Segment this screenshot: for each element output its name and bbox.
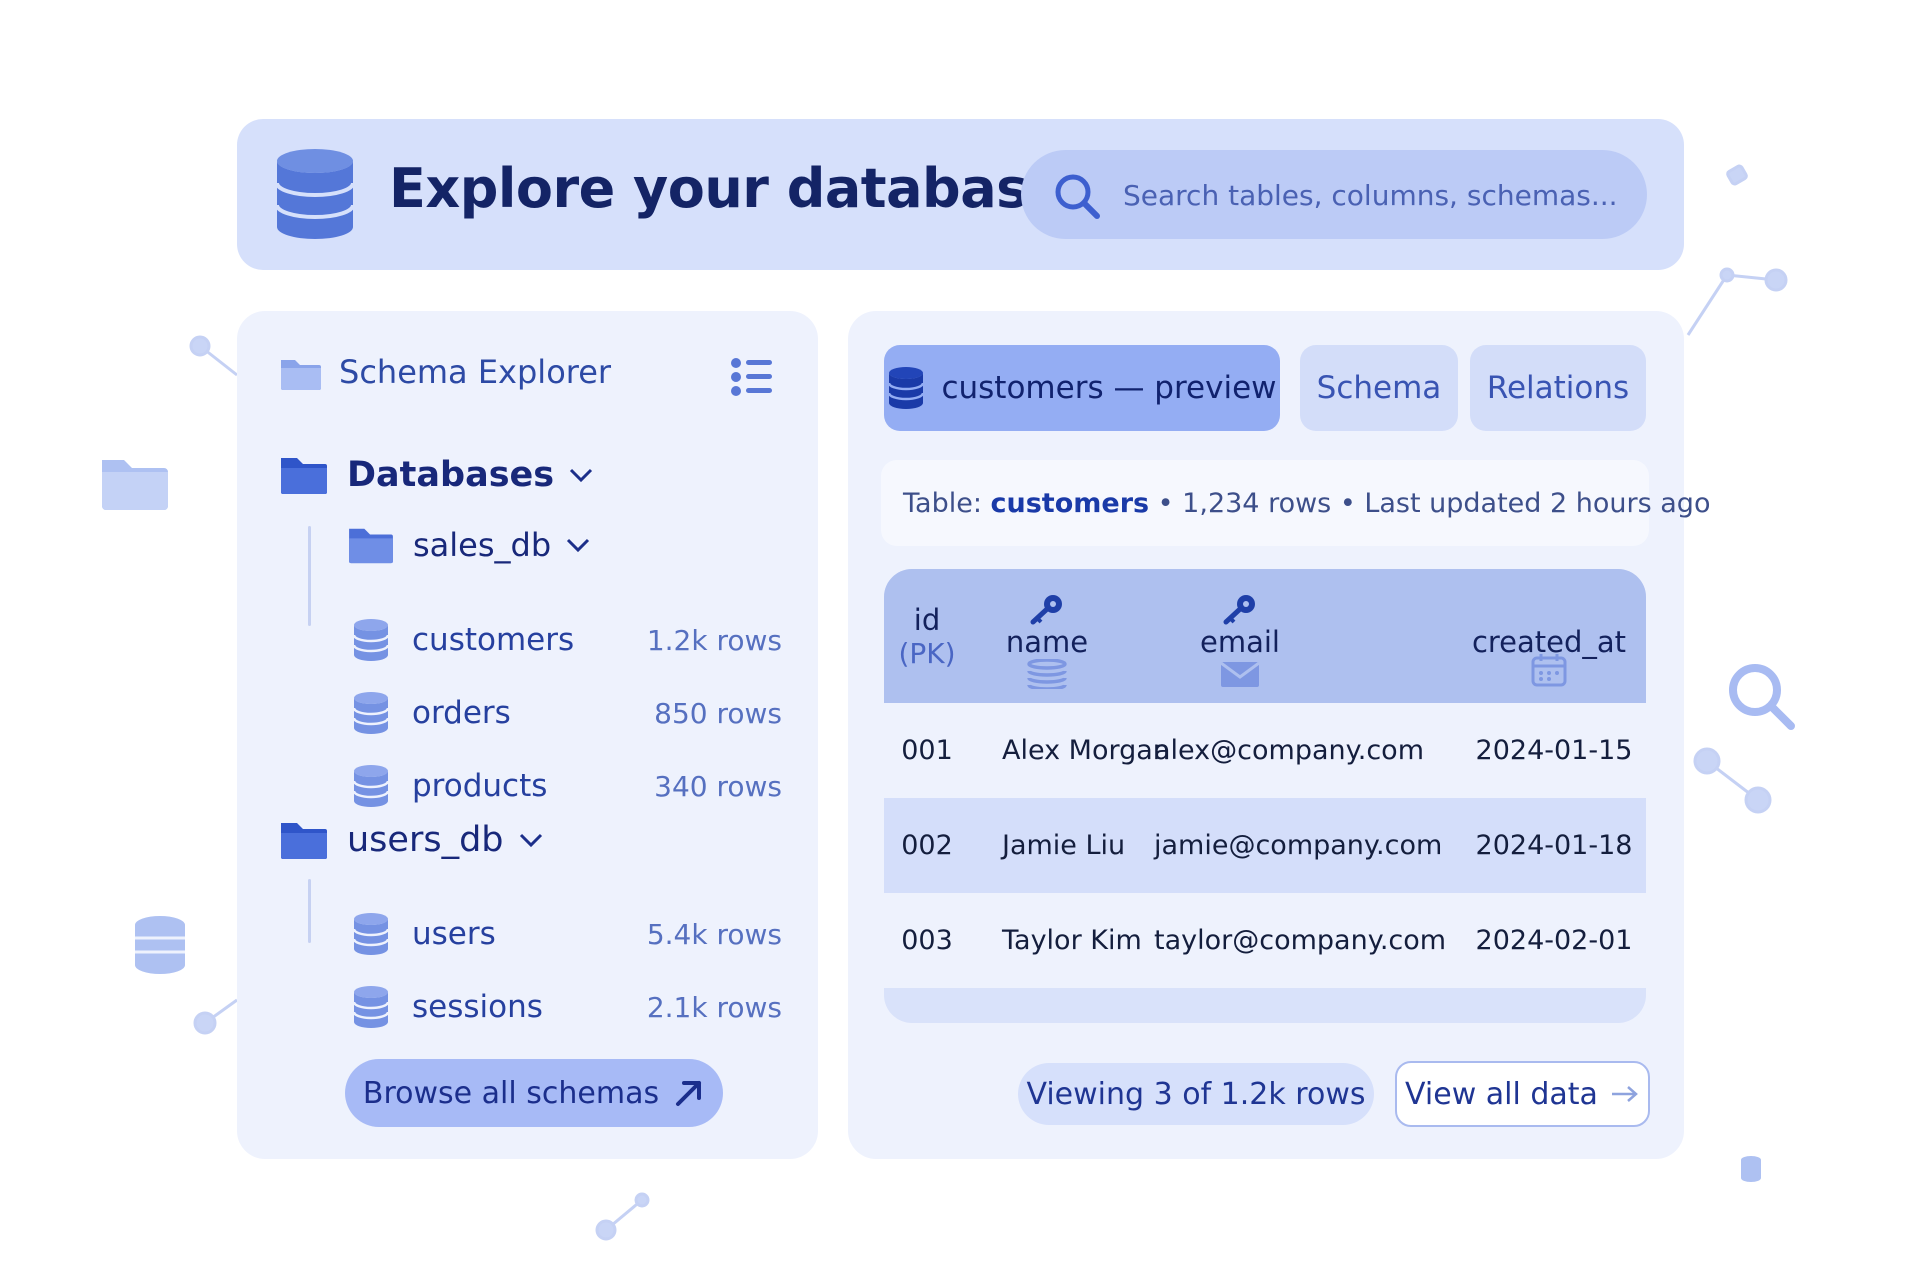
table-row[interactable]: 003 Taylor Kim taylor@company.com 2024-0… [884,893,1646,988]
column-label: email [1200,625,1280,659]
table-row[interactable]: 001 Alex Morgan alex@company.com 2024-01… [884,703,1646,798]
info-details: • 1,234 rows • Last updated 2 hours ago [1149,487,1711,519]
cell-id: 001 [901,735,953,766]
table-name: orders [412,695,511,731]
cell-created-at: 2024-02-01 [1475,925,1633,956]
tree-connector [308,879,311,943]
search-box[interactable] [1021,150,1647,239]
tree-label: Databases [347,455,555,495]
column-header-id[interactable]: id (PK) [884,603,970,670]
database-logo-icon [275,149,355,239]
table-icon [352,765,390,807]
tree-table-orders[interactable]: orders 850 rows [352,685,782,741]
page-title: Explore your databases [389,157,1096,220]
table-preview-panel: customers — preview Schema Relations Tab… [848,311,1710,1159]
view-all-data-button[interactable]: View all data [1395,1061,1650,1127]
column-header-name[interactable]: name [982,593,1112,689]
row-count: 340 rows [654,769,782,803]
table-icon [352,692,390,734]
cell-name: Taylor Kim [1002,925,1142,956]
search-icon [1055,174,1100,219]
cell-name: Alex Morgan [1002,735,1170,766]
tab-relations[interactable]: Relations [1470,345,1646,431]
external-arrow-icon [676,1081,702,1106]
table-name: users [412,916,496,952]
tree-table-customers[interactable]: customers 1.2k rows [352,612,782,668]
button-label: View all data [1405,1076,1598,1112]
arrow-right-icon [1611,1086,1638,1102]
row-count: 5.4k rows [646,917,782,951]
tree-folder-users-db[interactable]: users_db [279,819,544,861]
chevron-down-icon [567,538,590,553]
cell-email: jamie@company.com [1154,830,1443,861]
table-name: sessions [412,989,543,1025]
column-header-email[interactable]: email [1170,593,1310,689]
tab-label: customers — preview [941,370,1277,406]
cell-email: alex@company.com [1154,735,1424,766]
browse-all-schemas-button[interactable]: Browse all schemas [345,1059,723,1127]
tree-table-products[interactable]: products 340 rows [352,758,782,814]
folder-icon [281,823,327,859]
info-table-name: customers [990,487,1150,519]
tree-folder-sales-db[interactable]: sales_db [347,525,591,565]
header-bar: Explore your databases [237,119,1684,270]
column-label: id [913,603,941,637]
tree-table-users[interactable]: users 5.4k rows [352,906,782,962]
cell-id: 002 [901,830,953,861]
tab-label: Schema [1316,370,1442,406]
folder-icon [349,528,393,564]
tree-label: users_db [347,820,504,860]
key-icon [1223,595,1255,625]
column-label: created_at [1471,625,1627,659]
table-icon [352,986,390,1028]
row-count: 2.1k rows [646,990,782,1024]
table-info-bar: Table: customers • 1,234 rows • Last upd… [881,460,1710,546]
column-header-created-at[interactable]: created_at [1464,625,1634,687]
tab-schema[interactable]: Schema [1300,345,1458,431]
grid-header: id (PK) name email created_at [884,569,1646,703]
key-icon [1030,595,1062,625]
cell-email: taylor@company.com [1154,925,1447,956]
tab-label: Relations [1486,370,1630,406]
chevron-down-icon [519,833,542,848]
folder-icon [281,360,321,390]
mail-icon [1220,661,1260,687]
table-row[interactable]: 002 Jamie Liu jamie@company.com 2024-01-… [884,798,1646,893]
table-icon [352,913,390,955]
cell-created-at: 2024-01-18 [1475,830,1633,861]
list-menu-icon[interactable] [730,357,774,397]
tree-databases-root[interactable]: Databases [279,454,594,496]
tree-table-sessions[interactable]: sessions 2.1k rows [352,979,782,1035]
data-grid: id (PK) name email created_at 001 Alex M… [884,569,1646,1023]
tab-preview[interactable]: customers — preview [884,345,1280,431]
row-count: 850 rows [654,696,782,730]
cell-id: 003 [901,925,953,956]
tree-label: sales_db [413,526,552,564]
search-input[interactable] [1121,168,1625,222]
button-label: Browse all schemas [362,1075,660,1111]
chevron-down-icon [570,468,593,483]
cell-name: Jamie Liu [1002,830,1126,861]
primary-key-label: (PK) [898,637,956,670]
row-count-badge: Viewing 3 of 1.2k rows [1018,1063,1374,1125]
folder-icon [281,458,327,494]
calendar-icon [1531,654,1567,687]
info-prefix: Table: [903,487,991,519]
table-icon [352,619,390,661]
table-name: products [412,768,548,804]
panel-title: Schema Explorer [339,353,612,391]
database-stack-icon [1027,659,1067,689]
schema-explorer-panel: Schema Explorer Databases sales_db custo… [237,311,818,1159]
cell-created-at: 2024-01-15 [1475,735,1633,766]
database-icon [888,367,925,409]
tree-connector [308,526,311,626]
table-name: customers [412,622,575,658]
row-count: 1.2k rows [646,623,782,657]
column-label: name [1005,625,1089,659]
